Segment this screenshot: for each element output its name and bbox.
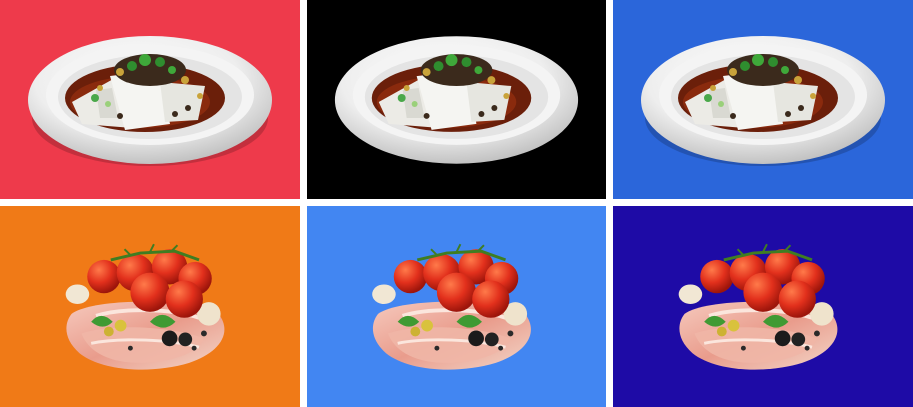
tomato-ham-still-life-icon bbox=[0, 206, 300, 407]
tile-veg-orange bbox=[0, 206, 300, 407]
tomato-ham-still-life-icon bbox=[307, 206, 606, 407]
tile-dish-red bbox=[0, 0, 300, 199]
tomato-ham-still-life-icon bbox=[613, 206, 913, 407]
tile-veg-lightblue bbox=[307, 206, 606, 407]
noodle-dish-icon bbox=[613, 0, 913, 199]
image-grid bbox=[0, 0, 913, 407]
noodle-dish-icon bbox=[0, 0, 300, 199]
noodle-dish-icon bbox=[307, 0, 606, 199]
tile-veg-darkblue bbox=[613, 206, 913, 407]
tile-dish-blue bbox=[613, 0, 913, 199]
tile-dish-black bbox=[307, 0, 606, 199]
